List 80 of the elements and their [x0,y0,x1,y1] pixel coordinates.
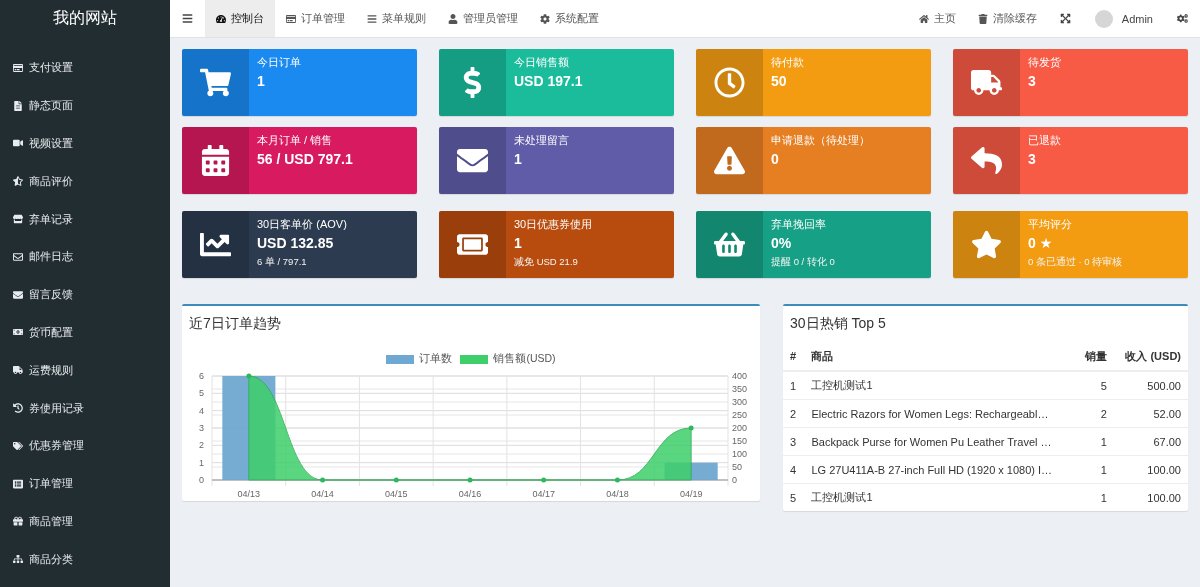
table-cell: Backpack Purse for Women Pu Leather Travel … [804,427,1076,456]
table-cell: 1 [783,371,805,400]
site-title: 我的网站 [52,8,118,28]
table-cell: 1 [1075,427,1114,456]
stat-value: 0 ★ [1028,235,1053,251]
stat-title: 平均评分 [1028,217,1072,232]
axis-tick-label: 0 [732,475,737,485]
table-cell: 67.00 [1113,427,1188,456]
axis-tick-label: 04/16 [458,489,482,499]
table-cell: 100.00 [1113,455,1188,484]
axis-tick-label: 300 [732,397,748,407]
axis-tick-label: 04/15 [385,489,408,499]
stat-title: 30日优惠券使用 [514,217,593,232]
stat-title: 今日销售额 [514,55,569,70]
axis-tick-label: 1 [199,457,204,468]
axis-tick-label: 150 [732,436,748,446]
table-cell: LG 27U411A-B 27-inch Full HD (1920 x 1080) I… [804,455,1076,484]
axis-tick-label: 04/17 [532,489,555,499]
legend-label: 订单数 [419,352,453,366]
stat-value: USD 132.85 [257,235,334,251]
stat-title: 今日订单 [257,55,301,70]
axis-tick-label: 0 [199,475,204,485]
table-cell: 5 [1075,371,1114,400]
table-cell: 52.00 [1113,399,1188,428]
stat-note: 6 单 / 797.1 [257,256,307,269]
stat-value: 0 [771,151,779,167]
axis-tick-label: 04/14 [311,489,334,499]
stat-title: 本月订单 / 销售 [257,133,333,148]
legend-label: 销售额(USD) [493,352,556,366]
table-cell: 工控机测试1 [804,371,1076,400]
axis-tick-label: 04/19 [679,489,703,499]
axis-tick-label: 3 [199,423,204,433]
panel-title: 30日热销 Top 5 [789,314,887,333]
axis-tick-label: 6 [199,371,204,381]
stat-title: 待付款 [771,55,804,70]
panel-title: 近7日订单趋势 [188,314,282,333]
stat-note: 提醒 0 / 转化 0 [771,256,835,269]
stat-note: 减免 USD 21.9 [514,256,578,269]
axis-tick-label: 200 [732,423,748,433]
table-cell: 100.00 [1113,483,1188,511]
column-header: 商品 [804,342,1076,371]
stat-value: 0% [771,235,792,251]
table-cell: 3 [783,427,805,456]
table-cell: 4 [783,455,805,484]
axis-tick-label: 100 [732,449,748,459]
stat-value: 56 / USD 797.1 [257,151,353,167]
table-cell: 1 [1075,455,1114,484]
stat-title: 未处理留言 [514,133,569,148]
axis-tick-label: 04/13 [237,489,261,499]
table-cell: 1 [1075,483,1114,511]
axis-tick-label: 2 [199,440,204,451]
stat-value: 3 [1028,73,1036,89]
stat-value: USD 197.1 [514,73,583,89]
stat-value: 50 [771,73,787,89]
stat-value: 1 [514,235,522,251]
stat-value: 3 [1028,151,1036,167]
axis-tick-label: 350 [732,384,748,394]
column-header: # [783,342,805,371]
column-header: 销量 [1075,342,1114,371]
stat-note: 0 条已通过 · 0 待审核 [1028,256,1123,269]
stat-title: 申请退款（待处理） [771,133,870,148]
table-cell: 500.00 [1113,371,1188,400]
table-cell: 工控机测试1 [804,483,1076,511]
axis-tick-label: 4 [199,405,204,416]
axis-tick-label: 250 [732,410,748,420]
table-cell: 5 [783,483,805,511]
stat-title: 已退款 [1028,133,1061,148]
stat-value: 1 [257,73,265,89]
stat-title: 弃单挽回率 [771,217,826,232]
stat-value: 1 [514,151,522,167]
stat-title: 30日客单价 (AOV) [257,217,347,232]
axis-tick-label: 50 [732,462,742,472]
axis-tick-label: 5 [199,388,204,399]
stat-title: 待发货 [1028,55,1061,70]
table-cell: 2 [783,399,805,428]
table-cell: 2 [1075,399,1114,428]
table-cell: Electric Razors for Women Legs: Rechargeabl… [804,399,1076,428]
axis-tick-label: 04/18 [606,489,629,499]
axis-tick-label: 400 [732,371,748,381]
column-header: 收入 (USD) [1113,342,1188,371]
